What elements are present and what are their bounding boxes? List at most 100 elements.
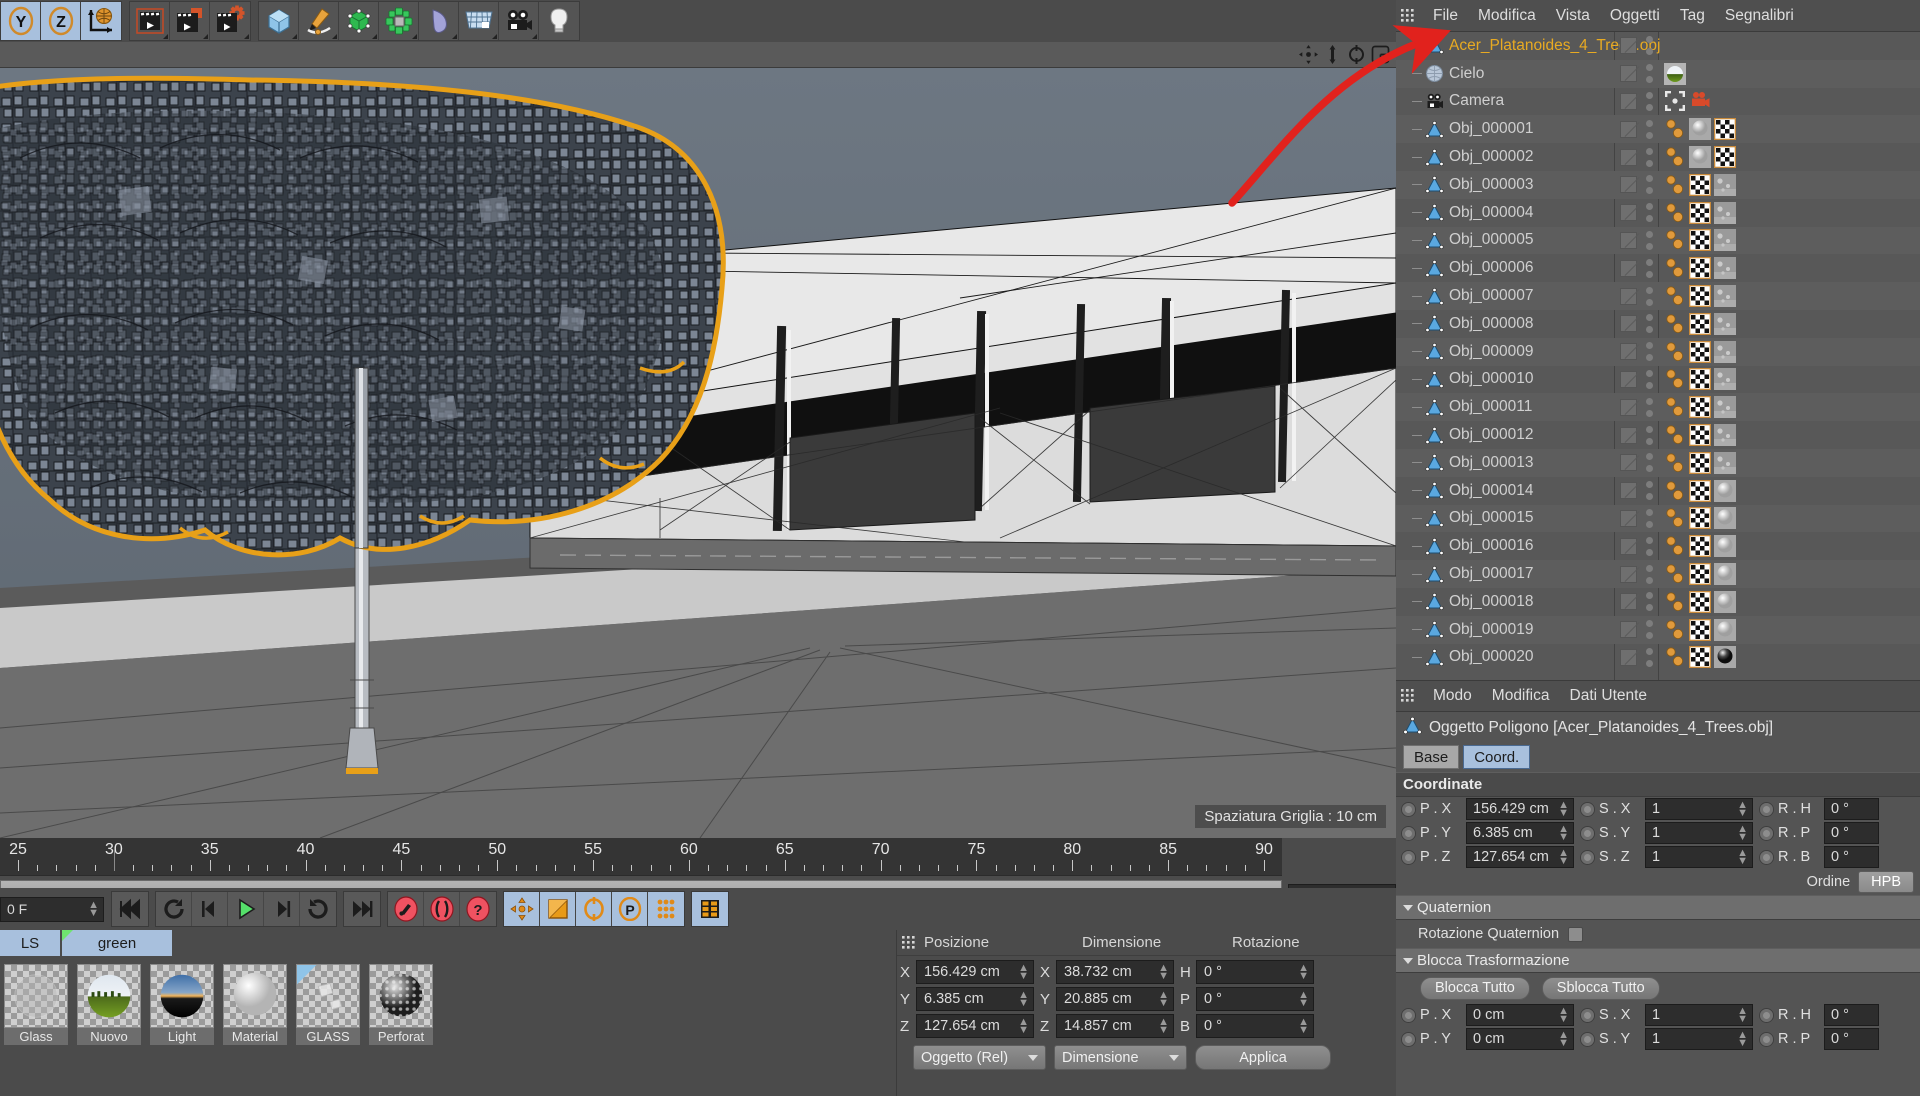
lock-all-button[interactable]: Blocca Tutto [1420,976,1530,1000]
visibility-dots[interactable] [1646,453,1653,473]
current-frame-stepper[interactable]: ▲ ▼ [88,900,99,919]
material-item[interactable]: Glass [4,964,68,1045]
coord-rotation-field[interactable]: 0 ° [1824,822,1879,844]
checker-material-icon[interactable] [1687,228,1713,253]
object-layer-swatch[interactable] [1620,537,1637,555]
coord-scale-stepper[interactable]: ▲ ▼ [1737,800,1748,819]
coord-position-radio[interactable] [1401,825,1416,841]
target-tag-icon[interactable] [1664,90,1686,112]
object-row[interactable]: Obj_000013 [1396,448,1920,477]
object-row[interactable]: Cielo [1396,59,1920,88]
object-row[interactable]: Obj_000002 [1396,143,1920,171]
phong-tag-icon[interactable] [1664,591,1686,613]
coord-scale-stepper[interactable]: ▲ ▼ [1737,848,1748,867]
object-layer-swatch[interactable] [1620,565,1637,583]
y-axis-icon[interactable]: Y [1,2,41,40]
visibility-dots[interactable] [1646,564,1653,584]
material-item[interactable]: Nuovo [77,964,141,1045]
object-list[interactable]: Acer_Platanoides_4_Trees.obj Cielo Camera O… [1396,32,1920,680]
lock-scale-radio[interactable] [1580,1007,1595,1023]
lock-rotation-field[interactable]: 0 ° [1824,1028,1879,1050]
visibility-dots[interactable] [1646,314,1653,334]
size-stepper[interactable]: ▲ ▼ [1158,990,1169,1009]
object-layer-swatch[interactable] [1620,426,1637,444]
timeline-playhead[interactable] [113,847,115,871]
noise-material-icon[interactable] [1714,201,1736,224]
object-layer-swatch[interactable] [1620,259,1637,277]
render-view-icon[interactable] [130,2,170,40]
maximize-view-icon[interactable] [1371,45,1390,64]
om-menu-file[interactable]: File [1423,7,1468,25]
visibility-dots[interactable] [1646,286,1653,306]
size-stepper[interactable]: ▲ ▼ [1158,1017,1169,1036]
object-layer-swatch[interactable] [1620,621,1637,639]
lock-position-stepper[interactable]: ▲ ▼ [1558,1006,1569,1025]
coord-position-stepper[interactable]: ▲ ▼ [1558,824,1569,843]
move-view-icon[interactable] [1299,45,1318,64]
checker-material-icon[interactable] [1687,172,1713,198]
checker-material-icon[interactable] [1687,394,1713,420]
visibility-dots[interactable] [1646,36,1653,56]
coord-position-radio[interactable] [1401,849,1416,865]
coord-scale-stepper[interactable]: ▲ ▼ [1737,824,1748,843]
lock-position-field[interactable]: 0 cm ▲ ▼ [1466,1004,1574,1026]
lock-scale-field[interactable]: 1 ▲ ▼ [1645,1004,1753,1026]
coord-scale-radio[interactable] [1580,825,1595,841]
key-rotation-icon[interactable] [576,892,612,926]
visibility-dots[interactable] [1646,64,1653,84]
object-layer-swatch[interactable] [1620,482,1637,500]
visibility-dots[interactable] [1646,91,1653,111]
phong-tag-icon[interactable] [1664,646,1686,668]
visibility-dots[interactable] [1646,119,1653,139]
section-lock-transform[interactable]: Blocca Trasformazione [1396,948,1920,973]
lock-position-stepper[interactable]: ▲ ▼ [1558,1030,1569,1049]
object-layer-swatch[interactable] [1620,204,1637,222]
go-to-start-icon[interactable] [112,892,148,926]
viewport-scene[interactable]: Spaziatura Griglia : 10 cm [0,68,1396,838]
visibility-dots[interactable] [1646,175,1653,195]
lock-rotation-radio[interactable] [1759,1007,1774,1023]
coord-scale-radio[interactable] [1580,849,1595,865]
visibility-dots[interactable] [1646,592,1653,612]
visibility-dots[interactable] [1646,536,1653,556]
rotation-stepper[interactable]: ▲ ▼ [1298,990,1309,1009]
deformer-icon[interactable] [419,2,459,40]
object-layer-swatch[interactable] [1620,593,1637,611]
phong-tag-icon[interactable] [1664,480,1686,502]
object-layer-swatch[interactable] [1620,176,1637,194]
size-stepper[interactable]: ▲ ▼ [1158,963,1169,982]
rotation-field[interactable]: 0 ° ▲ ▼ [1196,960,1314,984]
visibility-dots[interactable] [1646,203,1653,223]
object-layer-swatch[interactable] [1620,37,1637,55]
coord-rotation-radio[interactable] [1759,825,1774,841]
panel-grip-icon[interactable] [1400,688,1417,704]
coord-position-field[interactable]: 6.385 cm ▲ ▼ [1466,822,1574,844]
phong-tag-icon[interactable] [1664,174,1686,196]
step-forward-icon[interactable] [264,892,300,926]
timeline-ruler[interactable]: 25 30 35 40 45 50 55 60 65 70 75 80 85 90 [0,838,1282,876]
phong-tag-icon[interactable] [1664,535,1686,557]
checker-material-icon[interactable] [1687,617,1713,642]
noise-material-icon[interactable] [1714,173,1736,196]
position-stepper[interactable]: ▲ ▼ [1018,1017,1029,1036]
object-layer-swatch[interactable] [1620,343,1637,361]
coord-position-radio[interactable] [1401,801,1416,817]
checker-material-icon[interactable] [1687,283,1713,309]
key-scale-icon[interactable] [540,892,576,926]
object-row[interactable]: Obj_000007 [1396,282,1920,310]
object-layer-swatch[interactable] [1620,287,1637,305]
position-field[interactable]: 6.385 cm ▲ ▼ [916,987,1034,1011]
object-row[interactable]: Camera [1396,88,1920,116]
phong-tag-icon[interactable] [1664,452,1686,474]
material-item[interactable]: Perforat [369,964,433,1045]
phong-tag-icon[interactable] [1664,313,1686,335]
landscape-material-icon[interactable] [1664,62,1686,85]
white-material-icon[interactable] [1689,146,1711,169]
rotation-field[interactable]: 0 ° ▲ ▼ [1196,1014,1314,1038]
tab-base[interactable]: Base [1403,745,1460,769]
noise-material-icon[interactable] [1714,257,1736,280]
coord-rotation-field[interactable]: 0 ° [1824,846,1879,868]
array-icon[interactable] [379,2,419,40]
scene-floor-icon[interactable] [459,2,499,40]
object-layer-swatch[interactable] [1620,370,1637,388]
